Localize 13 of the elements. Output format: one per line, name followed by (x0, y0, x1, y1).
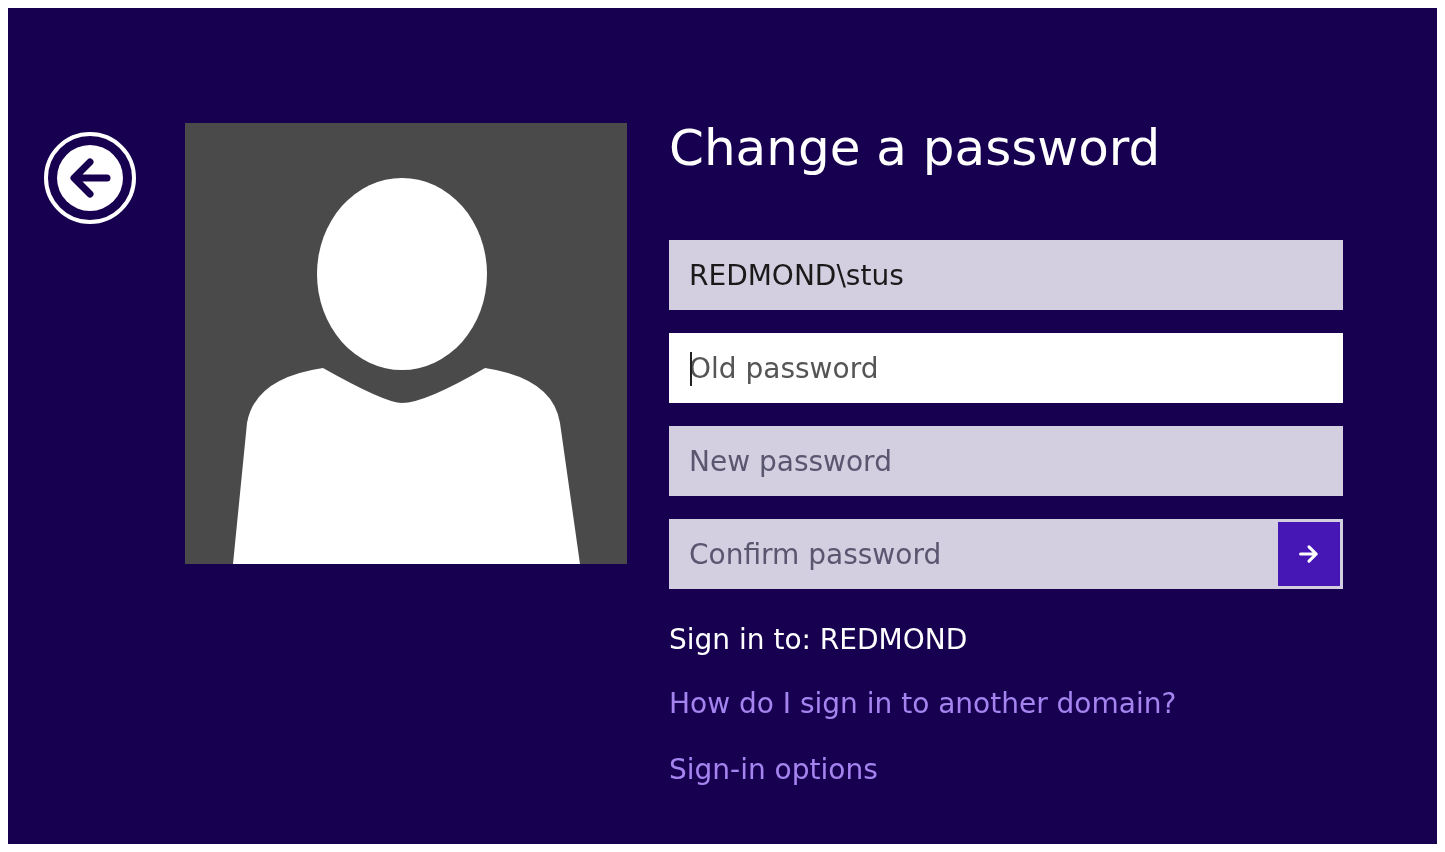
link[interactable]: Sign-in options (669, 748, 878, 792)
password-field[interactable]: Old password (669, 333, 1343, 403)
arrow-right-icon (1297, 542, 1321, 566)
username-field[interactable]: REDMOND\stus (669, 240, 1343, 310)
back-button[interactable] (43, 131, 137, 225)
link[interactable]: How do I sign in to another domain? (669, 682, 1177, 726)
page-title: Change a password (669, 118, 1162, 179)
user-avatar-icon (185, 123, 627, 564)
sign-in-domain-text: Sign in to: REDMOND (669, 622, 969, 658)
text-cursor (690, 352, 692, 386)
submit-button[interactable] (1278, 522, 1340, 586)
password-field[interactable]: Confirm password (669, 519, 1343, 589)
password-field[interactable]: New password (669, 426, 1343, 496)
